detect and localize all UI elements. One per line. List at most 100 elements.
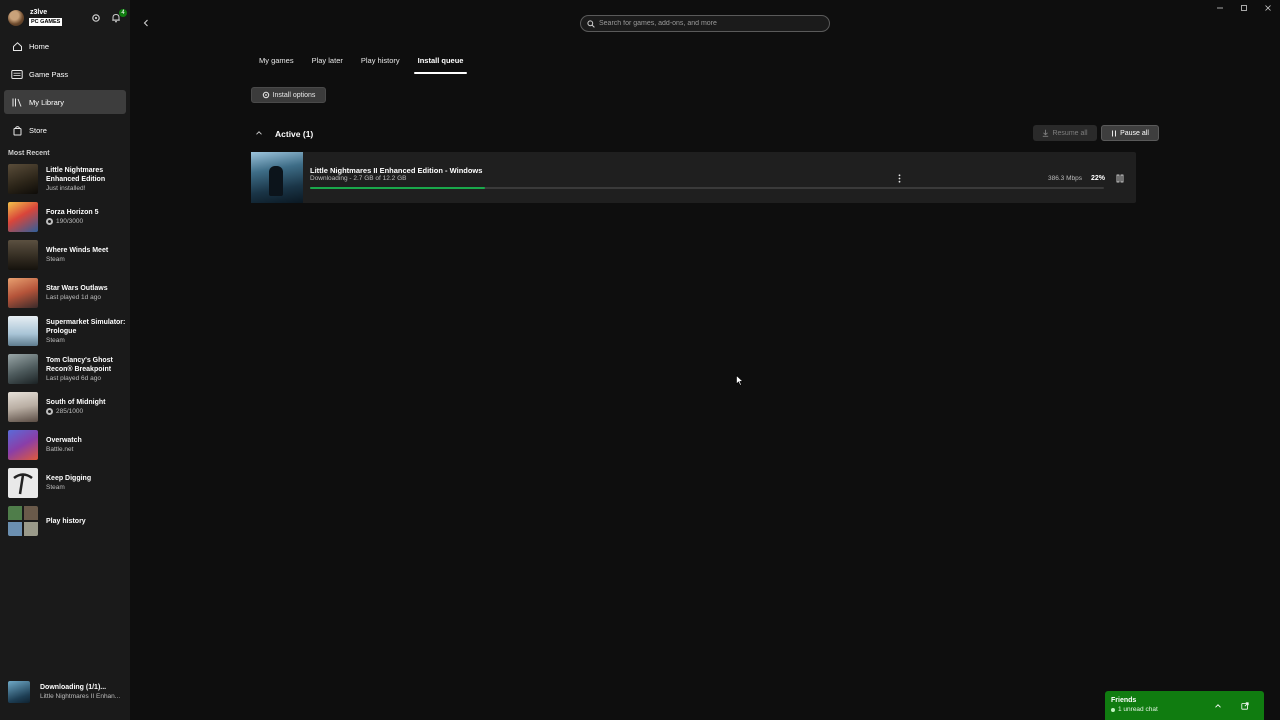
expand-friends-button[interactable]	[1212, 700, 1224, 712]
pc-games-badge: PC GAMES	[29, 18, 63, 26]
pause-all-button[interactable]: Pause all	[1101, 125, 1159, 141]
tab-play-history[interactable]: Play history	[361, 56, 400, 71]
store-icon	[10, 123, 24, 137]
friends-title: Friends	[1111, 697, 1137, 704]
library-tabs: My games Play later Play history Install…	[259, 56, 481, 74]
pause-icon	[1116, 174, 1124, 182]
search-input[interactable]	[599, 20, 819, 27]
game-thumbnail	[8, 430, 38, 460]
library-icon	[10, 95, 24, 109]
recent-game-little-nightmares[interactable]: Little Nightmares Enhanced Edition Just …	[8, 160, 128, 198]
nav-item-game-pass[interactable]: Game Pass	[4, 62, 126, 86]
recent-game-status: Last played 1d ago	[46, 294, 101, 301]
close-button[interactable]	[1256, 0, 1280, 16]
nav-item-my-library[interactable]: My Library	[4, 90, 126, 114]
window-controls	[1208, 0, 1280, 16]
recent-game-name: Supermarket Simulator: Prologue	[46, 318, 126, 335]
active-section-title: Active (1)	[275, 129, 314, 139]
search-bar[interactable]	[580, 15, 830, 32]
download-status-title: Downloading (1/1)...	[40, 684, 107, 691]
download-speed: 386.3 Mbps	[1048, 175, 1082, 182]
achievement-icon	[46, 408, 53, 415]
recent-game-south-of-midnight[interactable]: South of Midnight 285/1000	[8, 388, 128, 426]
resume-all-button[interactable]: Resume all	[1033, 125, 1097, 141]
download-icon	[1043, 129, 1049, 137]
recent-game-where-winds-meet[interactable]: Where Winds Meet Steam	[8, 236, 128, 274]
game-thumbnail	[8, 278, 38, 308]
play-history-label: Play history	[46, 517, 86, 525]
recent-game-status: Last played 6d ago	[46, 374, 101, 382]
pause-download-button[interactable]	[1114, 172, 1126, 184]
game-thumbnail	[8, 392, 38, 422]
game-thumbnail	[8, 164, 38, 194]
minimize-button[interactable]	[1208, 0, 1232, 16]
achievement-icon	[46, 218, 53, 225]
recent-game-keep-digging[interactable]: Keep Digging Steam	[8, 464, 128, 502]
resume-all-label: Resume all	[1052, 129, 1088, 137]
pickaxe-icon	[13, 473, 33, 495]
minimize-icon	[1217, 7, 1223, 9]
download-percent: 22%	[1091, 175, 1106, 182]
unread-chat-count: 1 unread chat	[1118, 706, 1158, 713]
nav-item-home[interactable]: Home	[4, 34, 126, 58]
recent-game-forza-horizon-5[interactable]: Forza Horizon 5 190/3000	[8, 198, 128, 236]
most-recent-heading: Most Recent	[8, 150, 50, 157]
game-thumbnail	[251, 152, 303, 203]
tab-install-queue[interactable]: Install queue	[413, 56, 468, 74]
sidebar: z3lve PC GAMES 4 Home Game Pass My Libra…	[0, 0, 130, 720]
main-nav: Home Game Pass My Library Store	[4, 34, 126, 146]
install-options-button[interactable]: Install options	[251, 87, 326, 103]
game-thumbnail	[8, 468, 38, 498]
nav-label-my-library: My Library	[29, 97, 65, 107]
recent-game-status: Steam	[46, 256, 65, 263]
recent-game-status: Just installed!	[46, 184, 86, 192]
nav-label-home: Home	[29, 41, 50, 51]
recent-game-name: Star Wars Outlaws	[46, 285, 108, 292]
settings-gear-icon[interactable]	[90, 12, 102, 24]
gamertag[interactable]: z3lve	[30, 9, 47, 16]
avatar[interactable]	[8, 10, 24, 26]
maximize-button[interactable]	[1232, 0, 1256, 16]
recent-game-status: Steam	[46, 336, 65, 344]
install-options-label: Install options	[272, 91, 316, 99]
recent-game-status: Battle.net	[46, 446, 74, 453]
download-status-indicator[interactable]: Downloading (1/1)... Little Nightmares I…	[8, 680, 128, 704]
mouse-cursor	[736, 374, 744, 388]
game-pass-icon	[10, 67, 24, 81]
recent-game-star-wars-outlaws[interactable]: Star Wars Outlaws Last played 1d ago	[8, 274, 128, 312]
tab-my-games[interactable]: My games	[259, 56, 294, 71]
pause-all-label: Pause all	[1120, 129, 1149, 137]
recent-game-supermarket-simulator[interactable]: Supermarket Simulator: Prologue Steam	[8, 312, 128, 350]
game-thumbnail	[8, 316, 38, 346]
play-history-thumbnail-grid	[8, 506, 38, 536]
nav-label-store: Store	[29, 125, 47, 135]
friends-panel[interactable]: Friends 1 unread chat	[1105, 691, 1264, 720]
recent-game-name: South of Midnight	[46, 399, 106, 406]
maximize-icon	[1241, 5, 1247, 11]
chevron-up-icon	[1215, 704, 1221, 708]
install-queue-item[interactable]: Little Nightmares II Enhanced Edition - …	[251, 152, 1136, 203]
tab-play-later[interactable]: Play later	[312, 56, 343, 71]
recent-game-name: Tom Clancy's Ghost Recon® Breakpoint	[46, 356, 113, 373]
collapse-sidebar-button[interactable]	[139, 16, 153, 30]
nav-label-game-pass: Game Pass	[29, 69, 69, 79]
recent-game-overwatch[interactable]: Overwatch Battle.net	[8, 426, 128, 464]
recent-game-ghost-recon-breakpoint[interactable]: Tom Clancy's Ghost Recon® Breakpoint Las…	[8, 350, 128, 388]
game-thumbnail	[8, 202, 38, 232]
gear-icon	[262, 91, 269, 99]
more-options-button[interactable]	[894, 171, 904, 185]
download-thumbnail	[8, 681, 30, 703]
recent-game-achievements: 190/3000	[56, 218, 84, 225]
collapse-active-section-button[interactable]	[252, 126, 266, 140]
game-thumbnail	[8, 354, 38, 384]
download-progress-bar	[310, 187, 1104, 189]
nav-item-store[interactable]: Store	[4, 118, 126, 142]
popout-friends-button[interactable]	[1239, 700, 1251, 712]
play-history-link[interactable]: Play history	[8, 502, 128, 540]
chevron-left-icon	[143, 19, 148, 27]
download-progress-fill	[310, 187, 485, 189]
recent-game-name: Overwatch	[46, 437, 82, 444]
game-thumbnail	[8, 240, 38, 270]
close-icon	[1265, 5, 1271, 11]
pause-icon	[1112, 130, 1117, 136]
